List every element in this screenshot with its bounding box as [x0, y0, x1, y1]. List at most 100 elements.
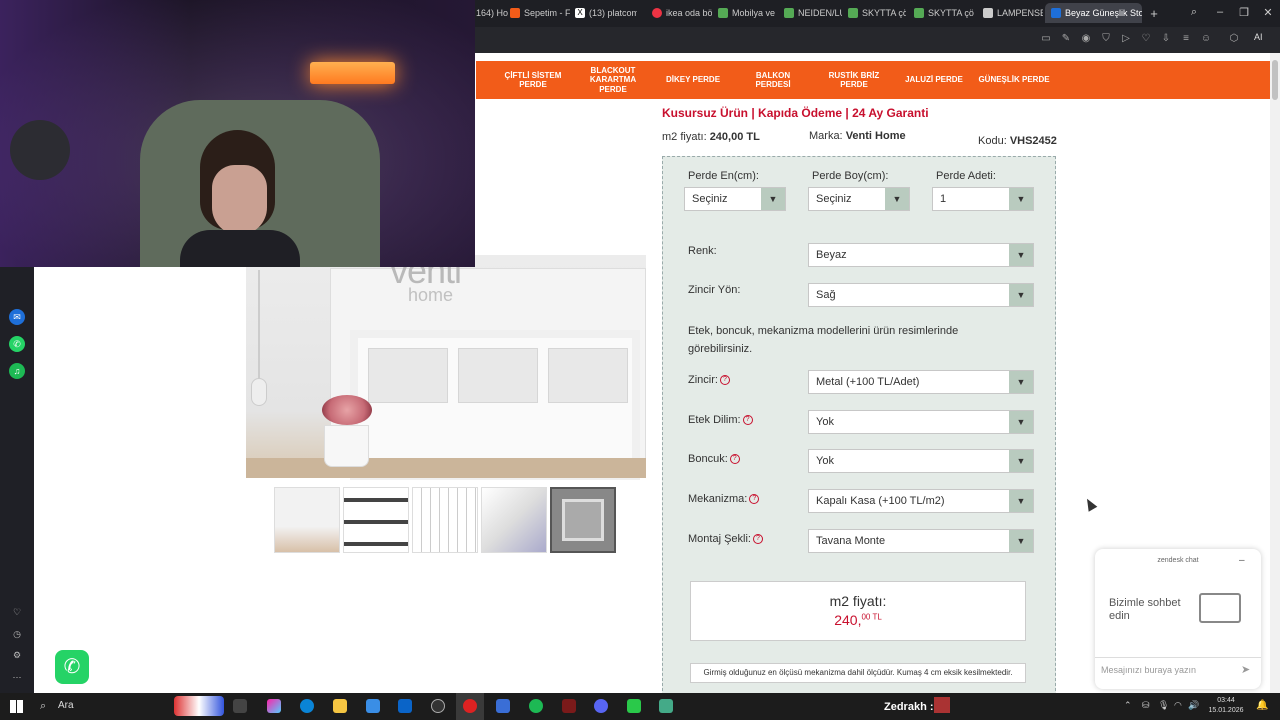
chevron-down-icon: ▼	[1009, 371, 1033, 393]
bead-select[interactable]: Yok ▼	[808, 449, 1034, 473]
whatsapp-icon[interactable]: ✆	[9, 336, 25, 352]
nav-item[interactable]: BLACKOUT KARARTMA PERDE	[578, 61, 648, 99]
mechanism-select[interactable]: Kapalı Kasa (+100 TL/m2) ▼	[808, 489, 1034, 513]
label-text: Montaj Şekli:	[688, 533, 751, 545]
help-icon[interactable]: ?	[729, 454, 740, 465]
zendesk-header: zendesk chat	[1157, 557, 1199, 564]
browser-tab[interactable]: Sepetim - Fu	[510, 3, 570, 23]
help-icon[interactable]: ?	[742, 415, 753, 426]
nav-item[interactable]: DİKEY PERDE	[658, 61, 728, 99]
mail-icon[interactable]	[398, 699, 412, 713]
more-icon[interactable]: ⋯	[9, 669, 25, 685]
cube-icon[interactable]: ⬡	[1228, 33, 1240, 45]
microphone-icon[interactable]: 🎙	[1158, 700, 1169, 711]
help-icon[interactable]: ?	[719, 375, 730, 386]
nav-item[interactable]: RUSTİK BRİZ PERDE	[818, 61, 890, 99]
network-icon[interactable]: ⛁	[1142, 700, 1150, 711]
browser-tab[interactable]: Mobilya ve D	[718, 3, 778, 23]
send-icon[interactable]: ➤	[1241, 663, 1250, 676]
nav-item[interactable]: GÜNEŞLİK PERDE	[978, 61, 1050, 99]
app-icon[interactable]	[562, 699, 576, 713]
heart-icon[interactable]: ♡	[1140, 33, 1152, 45]
spotify-icon[interactable]	[529, 699, 543, 713]
edit-icon[interactable]: ✎	[1060, 33, 1072, 45]
app-icon[interactable]	[496, 699, 510, 713]
volume-icon[interactable]: 🔊	[1188, 700, 1199, 711]
vase	[324, 425, 369, 467]
zendesk-chat-widget[interactable]: zendesk chat – Bizimle sohbet edin Mesaj…	[1095, 549, 1261, 689]
discord-icon[interactable]	[594, 699, 608, 713]
wifi-icon[interactable]: ◠	[1174, 700, 1182, 711]
width-select[interactable]: Seçiniz ▼	[684, 187, 786, 211]
minimize-icon[interactable]: –	[1212, 6, 1228, 18]
taskbar-search[interactable]: Ara	[58, 700, 74, 711]
chain-select[interactable]: Metal (+100 TL/Adet) ▼	[808, 370, 1034, 394]
mount-label: Montaj Şekli:?	[688, 533, 763, 545]
edge-icon[interactable]	[300, 699, 314, 713]
browser-tab[interactable]: SKYTTA çözü	[848, 3, 906, 23]
browser-tab[interactable]: LAMPENSEN	[983, 3, 1043, 23]
opera-icon[interactable]	[463, 699, 477, 713]
messenger-icon[interactable]: ✉	[9, 309, 25, 325]
thumbnail[interactable]	[412, 487, 478, 553]
search-tabs-icon[interactable]: ⌕	[1186, 6, 1202, 19]
scrollbar[interactable]	[1270, 53, 1280, 693]
help-icon[interactable]: ?	[752, 534, 763, 545]
chat-input[interactable]: Mesajınızı buraya yazın	[1101, 665, 1196, 675]
heart-icon[interactable]: ♡	[9, 604, 25, 620]
chevron-up-icon[interactable]: ⌃	[1124, 700, 1132, 711]
nav-item[interactable]: JALUZİ PERDE	[898, 61, 970, 99]
brand-label: Marka:	[809, 130, 843, 142]
thumbnail[interactable]	[481, 487, 547, 553]
count-select[interactable]: 1 ▼	[932, 187, 1034, 211]
skirt-select[interactable]: Yok ▼	[808, 410, 1034, 434]
nav-item[interactable]: ÇİFTLİ SİSTEM PERDE	[498, 61, 568, 99]
chain-direction-select[interactable]: Sağ ▼	[808, 283, 1034, 307]
mount-select[interactable]: Tavana Monte ▼	[808, 529, 1034, 553]
new-tab-button[interactable]: +	[1146, 6, 1162, 21]
scrollbar-thumb[interactable]	[1272, 60, 1278, 100]
file-explorer-icon[interactable]	[333, 699, 347, 713]
camera-icon[interactable]: ◉	[1080, 33, 1092, 45]
browser-tab[interactable]: X (13) platcom	[575, 3, 637, 23]
calculator-icon[interactable]	[659, 699, 673, 713]
browser-tab-active[interactable]: Beyaz Güneşlik Stor P	[1045, 3, 1142, 23]
copilot-icon[interactable]	[267, 699, 281, 713]
menu-icon[interactable]: ≡	[1180, 33, 1192, 45]
store-icon[interactable]	[366, 699, 380, 713]
tab-label: Sepetim - Fu	[524, 8, 570, 18]
browser-tab[interactable]: 164) Ho	[476, 3, 508, 23]
clock[interactable]: 03:44 15.01.2026	[1206, 696, 1246, 716]
download-icon[interactable]: ⇩	[1160, 33, 1172, 45]
thumbnail[interactable]	[343, 487, 409, 553]
sidebar-toggle-icon[interactable]: ▭	[1040, 33, 1052, 45]
obs-icon[interactable]	[431, 699, 445, 713]
minimize-chat-icon[interactable]: –	[1239, 555, 1245, 566]
price-fraction: 00 TL	[861, 612, 882, 622]
task-view-icon[interactable]	[233, 699, 247, 713]
history-icon[interactable]: ◷	[9, 626, 25, 642]
close-icon[interactable]: ✕	[1260, 6, 1276, 19]
ai-button[interactable]: AI	[1254, 32, 1278, 48]
notifications-icon[interactable]: 🔔	[1256, 700, 1268, 711]
shield-icon[interactable]: ⛉	[1100, 33, 1112, 45]
browser-tab[interactable]: NEIDEN/LUR	[784, 3, 842, 23]
thumbnail[interactable]	[274, 487, 340, 553]
color-select[interactable]: Beyaz ▼	[808, 243, 1034, 267]
search-icon[interactable]: ⌕	[40, 700, 46, 713]
whatsapp-chat-button[interactable]: ✆	[55, 650, 89, 684]
settings-icon[interactable]: ⚙	[9, 647, 25, 663]
help-icon[interactable]: ?	[749, 494, 760, 505]
maximize-icon[interactable]: ❐	[1236, 6, 1252, 19]
height-select[interactable]: Seçiniz ▼	[808, 187, 910, 211]
profile-icon[interactable]: ☺	[1200, 33, 1212, 45]
play-icon[interactable]: ▷	[1120, 33, 1132, 45]
browser-tab[interactable]: ikea oda böl	[652, 3, 712, 23]
app-icon[interactable]	[627, 699, 641, 713]
thumbnail-selected[interactable]	[550, 487, 616, 553]
browser-tab[interactable]: SKYTTA çözü	[914, 3, 974, 23]
nav-item[interactable]: BALKON PERDESİ	[738, 61, 808, 99]
spotify-icon[interactable]: ♫	[9, 363, 25, 379]
windows-start-icon[interactable]	[10, 700, 23, 713]
shelf	[246, 458, 646, 478]
